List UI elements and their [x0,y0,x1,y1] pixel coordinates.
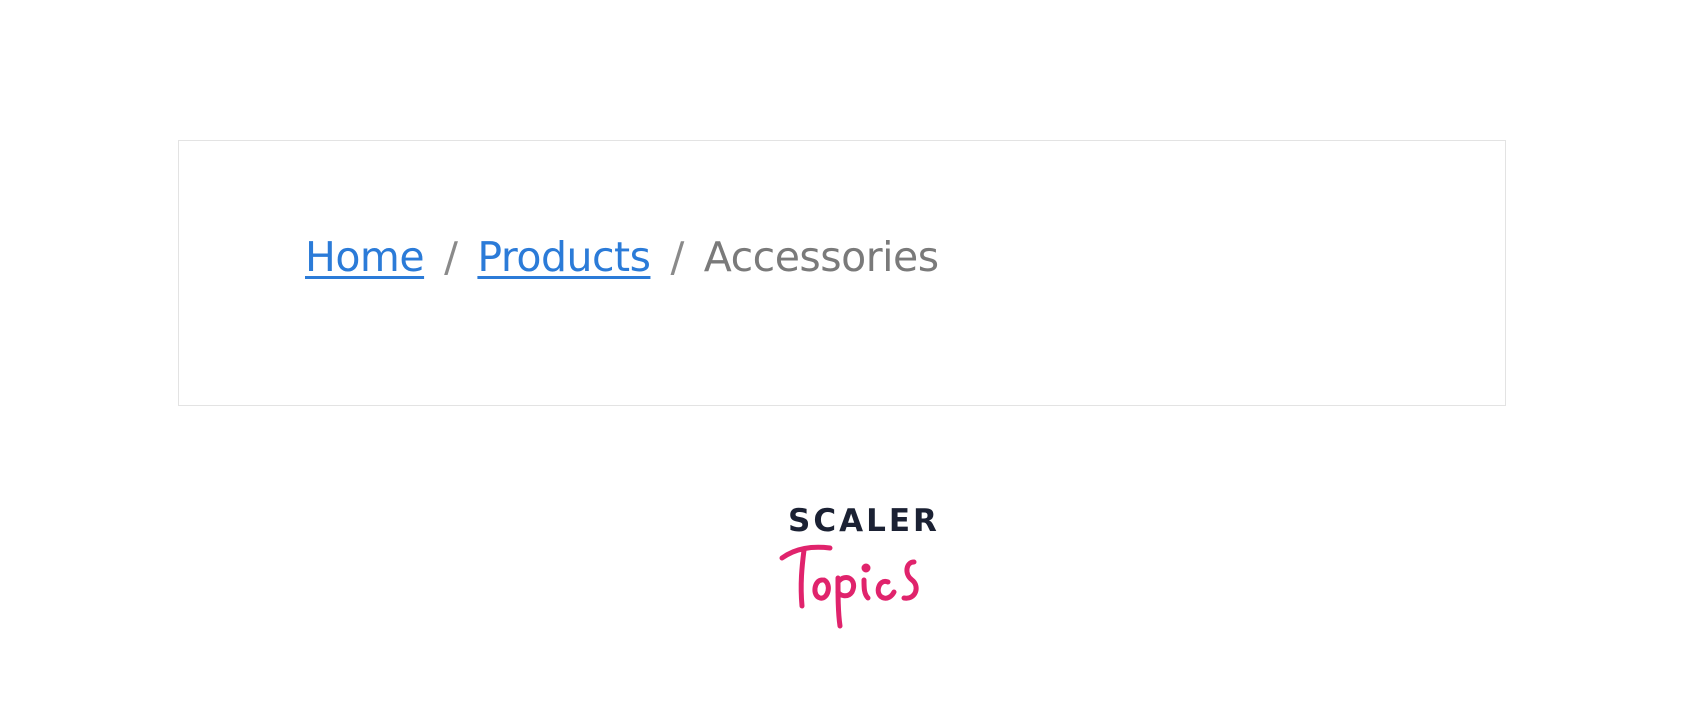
breadcrumb-separator: / [444,233,458,281]
scaler-topics-logo: SCALER [778,500,938,630]
breadcrumb: Home / Products / Accessories [305,237,939,278]
breadcrumb-demo-frame: Home / Products / Accessories [178,140,1506,406]
breadcrumb-link-home[interactable]: Home [305,237,425,278]
logo-wordmark-topics [779,544,919,629]
breadcrumb-link-products[interactable]: Products [477,237,651,278]
breadcrumb-current-page: Accessories [703,233,939,281]
breadcrumb-separator: / [670,233,684,281]
logo-wordmark-scaler: SCALER [788,503,940,539]
